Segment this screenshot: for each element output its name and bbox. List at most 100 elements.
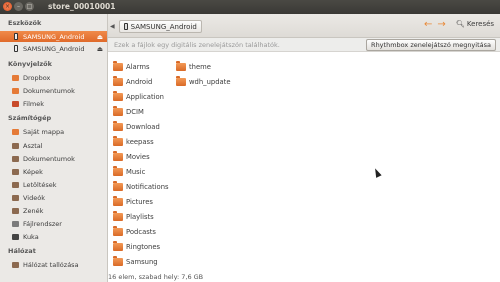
section-heading-devices: Eszközök <box>8 19 42 27</box>
file-label: Android <box>126 78 153 86</box>
sidebar: Eszközök SAMSUNG_Android ⏏ SAMSUNG_Andro… <box>0 14 108 282</box>
sidebar-item-label: Saját mappa <box>23 127 65 136</box>
file-item[interactable]: wdh_update <box>176 76 231 87</box>
folder-icon <box>12 100 19 107</box>
phone-icon <box>14 33 18 40</box>
file-item[interactable]: keepass <box>113 136 154 147</box>
path-button-device[interactable]: SAMSUNG_Android <box>118 20 202 33</box>
nav-arrows: ← → <box>424 19 446 30</box>
folder-icon <box>113 61 123 71</box>
folder-icon <box>113 106 123 116</box>
sidebar-item-dokumentumok-bookmark[interactable]: Dokumentumok <box>0 85 107 96</box>
file-item[interactable]: Alarms <box>113 61 150 72</box>
window-controls: × – □ <box>3 2 34 11</box>
section-heading-network: Hálózat <box>8 247 36 255</box>
folder-icon <box>113 241 123 251</box>
folder-icon <box>113 121 123 131</box>
folder-icon <box>113 136 123 146</box>
sidebar-item-samsung-android-1[interactable]: SAMSUNG_Android ⏏ <box>0 31 107 42</box>
file-label: Music <box>126 168 146 176</box>
file-label: Samsung <box>126 258 158 266</box>
sidebar-item-zenek[interactable]: Zenék <box>0 205 107 216</box>
maximize-button[interactable]: □ <box>25 2 34 11</box>
file-item[interactable]: Android <box>113 76 153 87</box>
infobar: Ezek a fájlok egy digitális zenelejátszó… <box>108 38 500 52</box>
file-item[interactable]: Music <box>113 166 146 177</box>
path-label: SAMSUNG_Android <box>130 22 197 31</box>
folder-icon <box>113 211 123 221</box>
sidebar-item-label: SAMSUNG_Android <box>23 44 85 53</box>
section-heading-computer: Számítógép <box>8 114 52 122</box>
sidebar-item-kepek[interactable]: Képek <box>0 166 107 177</box>
sidebar-item-asztal[interactable]: Asztal <box>0 140 107 151</box>
music-icon <box>12 207 19 214</box>
videos-icon <box>12 194 19 201</box>
folder-icon <box>113 151 123 161</box>
folder-icon <box>176 61 186 71</box>
file-item[interactable]: theme <box>176 61 211 72</box>
sidebar-item-label: Videók <box>23 193 45 202</box>
sidebar-item-label: Filmek <box>23 99 44 108</box>
file-view[interactable]: Ezek a fájlok egy digitális zenelejátszó… <box>108 38 500 282</box>
eject-icon[interactable]: ⏏ <box>97 33 103 41</box>
file-item[interactable]: Download <box>113 121 160 132</box>
infobar-message: Ezek a fájlok egy digitális zenelejátszó… <box>114 41 280 49</box>
search-button[interactable]: 🔍︎ Keresés <box>456 20 494 28</box>
sidebar-item-dokumentumok[interactable]: Dokumentumok <box>0 153 107 164</box>
file-item[interactable]: Application <box>113 91 164 102</box>
sidebar-item-videok[interactable]: Videók <box>0 192 107 203</box>
phone-icon <box>14 45 18 52</box>
file-item[interactable]: Notifications <box>113 181 169 192</box>
sidebar-item-halozat-tallozasa[interactable]: Hálózat tallózása <box>0 259 107 270</box>
sidebar-item-fajlrendszer[interactable]: Fájlrendszer <box>0 218 107 229</box>
file-item[interactable]: Movies <box>113 151 150 162</box>
file-label: Notifications <box>126 183 169 191</box>
minimize-button[interactable]: – <box>14 2 23 11</box>
pictures-icon <box>12 168 19 175</box>
file-item[interactable]: Pictures <box>113 196 153 207</box>
forward-arrow-icon[interactable]: → <box>437 19 445 30</box>
path-left-arrow-icon[interactable]: ◀ <box>110 23 115 30</box>
status-text: 16 elem, szabad hely: 7,6 GB <box>108 273 204 281</box>
file-item[interactable]: Playlists <box>113 211 154 222</box>
open-rhythmbox-button[interactable]: Rhythmbox zenelejátszó megnyitása <box>366 39 496 51</box>
sidebar-item-label: Asztal <box>23 141 43 150</box>
folder-icon <box>113 226 123 236</box>
sidebar-item-samsung-android-2[interactable]: SAMSUNG_Android ⏏ <box>0 43 107 54</box>
eject-icon[interactable]: ⏏ <box>97 45 103 53</box>
file-label: keepass <box>126 138 154 146</box>
sidebar-item-label: Fájlrendszer <box>23 219 62 228</box>
sidebar-item-label: Dropbox <box>23 73 51 82</box>
pathbar: ◀ SAMSUNG_Android <box>110 20 202 33</box>
file-label: Application <box>126 93 164 101</box>
window-titlebar: × – □ store_00010001 <box>0 0 500 14</box>
sidebar-item-dropbox[interactable]: Dropbox <box>0 72 107 83</box>
sidebar-item-label: Dokumentumok <box>23 86 75 95</box>
back-arrow-icon[interactable]: ← <box>424 19 432 30</box>
file-item[interactable]: Podcasts <box>113 226 156 237</box>
search-icon: 🔍︎ <box>456 20 465 28</box>
sidebar-item-label: Képek <box>23 167 43 176</box>
folder-icon <box>113 256 123 266</box>
file-item[interactable]: Ringtones <box>113 241 161 252</box>
folder-icon <box>12 87 19 94</box>
section-heading-bookmarks: Könyvjelzők <box>8 60 52 68</box>
close-button[interactable]: × <box>3 2 12 11</box>
trash-icon <box>12 233 19 240</box>
file-label: Playlists <box>126 213 154 221</box>
file-item[interactable]: Samsung <box>113 256 158 267</box>
folder-icon <box>113 166 123 176</box>
sidebar-item-filmek[interactable]: Filmek <box>0 98 107 109</box>
search-label: Keresés <box>466 20 495 28</box>
file-item[interactable]: DCIM <box>113 106 144 117</box>
file-label: Ringtones <box>126 243 161 251</box>
file-label: theme <box>189 63 211 71</box>
sidebar-item-letoltesek[interactable]: Letöltések <box>0 179 107 190</box>
folder-icon <box>176 76 186 86</box>
sidebar-item-label: Hálózat tallózása <box>23 260 79 269</box>
file-label: Alarms <box>126 63 150 71</box>
home-icon <box>12 128 19 135</box>
sidebar-item-kuka[interactable]: Kuka <box>0 231 107 242</box>
file-label: wdh_update <box>189 78 231 86</box>
sidebar-item-sajat-mappa[interactable]: Saját mappa <box>0 126 107 137</box>
